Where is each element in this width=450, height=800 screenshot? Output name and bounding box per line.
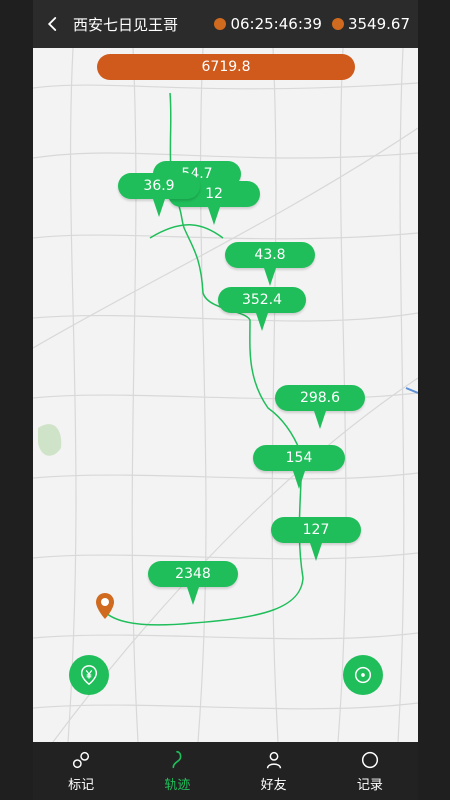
locate-button[interactable] — [343, 655, 383, 695]
tab-friends[interactable]: 好友 — [226, 742, 322, 800]
tab-mark-label: 标记 — [68, 778, 95, 793]
back-button[interactable] — [33, 0, 73, 48]
tab-record-label: 记录 — [356, 778, 383, 793]
tab-record[interactable]: 记录 — [322, 742, 418, 800]
tab-friends-label: 好友 — [260, 778, 287, 793]
tab-track-label: 轨迹 — [164, 778, 191, 793]
elapsed-time-value: 06:25:46:39 — [230, 15, 322, 33]
map-pin-p6[interactable]: 298.6 — [275, 385, 365, 429]
start-location-icon — [96, 593, 114, 619]
header-stats: 06:25:46:39 3549.67 — [214, 0, 410, 48]
map-pin-p8[interactable]: 127 — [271, 517, 361, 561]
fund-button[interactable] — [69, 655, 109, 695]
back-arrow-icon — [47, 17, 57, 31]
map-pin-p4[interactable]: 43.8 — [225, 242, 315, 286]
distance-icon — [331, 18, 344, 30]
total-distance-value: 3549.67 — [347, 15, 410, 33]
locate-icon — [354, 666, 372, 684]
yen-pin-icon — [80, 665, 98, 686]
map-pin-p7[interactable]: 154 — [253, 445, 345, 489]
clock-icon — [214, 18, 227, 30]
total-mileage-bar: 6719.8 — [97, 54, 355, 80]
top-bar: 西安七日见王哥 06:25:46:39 3549.67 — [33, 0, 418, 48]
app-frame: 西安七日见王哥 06:25:46:39 3549.67 6719.8 54.7 … — [33, 0, 418, 800]
total-distance: 3549.67 — [331, 15, 410, 33]
mark-icon — [73, 751, 90, 769]
elapsed-time: 06:25:46:39 — [214, 15, 322, 33]
map-pin-p2[interactable]: 36.9 — [118, 173, 200, 217]
map-pin-p5[interactable]: 352.4 — [218, 287, 306, 331]
page-title: 西安七日见王哥 — [73, 15, 179, 34]
map-pin-p9[interactable]: 2348 — [148, 561, 238, 605]
track-icon — [172, 750, 182, 769]
tab-track[interactable]: 轨迹 — [129, 742, 225, 800]
tab-mark[interactable]: 标记 — [33, 742, 129, 800]
map-view[interactable]: 6719.8 54.7 12 36.9 43.8 352.4 298.6 154… — [33, 48, 418, 742]
bottom-tab-bar: 标记 轨迹 好友 记录 — [33, 742, 418, 800]
friends-icon — [266, 751, 281, 769]
record-icon — [361, 751, 378, 769]
